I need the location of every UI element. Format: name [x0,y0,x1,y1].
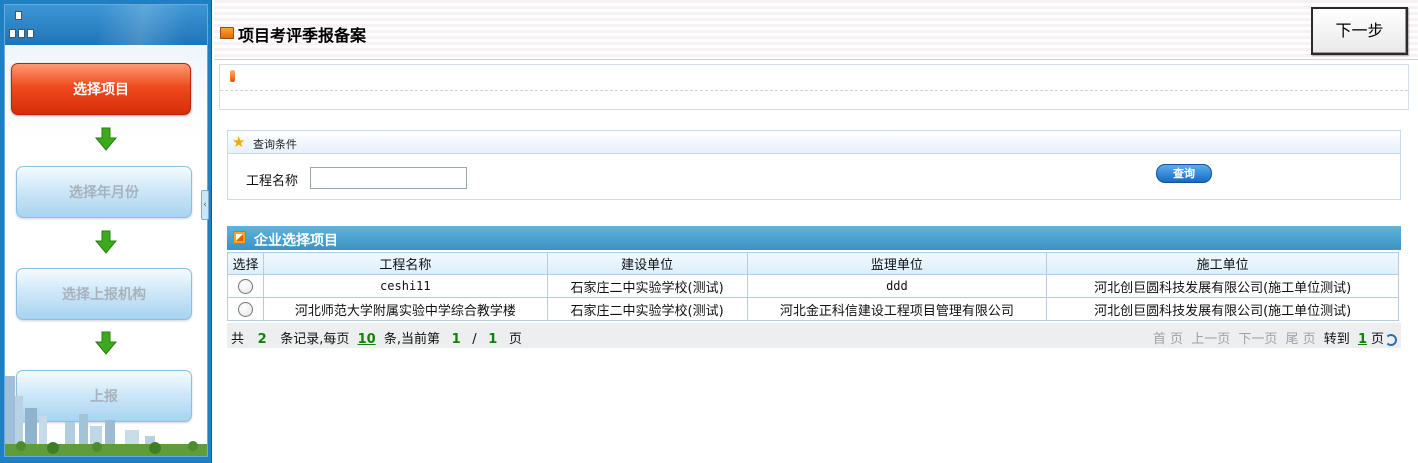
builder-cell: 石家庄二中实验学校(测试) [546,274,748,298]
step-select-org[interactable]: 选择上报机构 [16,268,192,320]
down-arrow-icon [94,230,118,254]
query-panel: ★ 查询条件 工程名称 查询 [227,130,1401,200]
document-icon [15,11,22,20]
pagination-controls: 首 页 上一页 下一页 尾 页 转到 1页 [1149,328,1397,347]
per-page-value[interactable]: 10 [354,332,380,347]
project-name-cell: ceshi11 [262,274,548,298]
project-grid: 企业选择项目 选择 工程名称 建设单位 监理单位 施工单位 ceshi11 石家… [227,226,1401,350]
next-page-link[interactable]: 下一页 [1238,332,1277,347]
grid-header: 企业选择项目 [227,226,1401,250]
project-name-input[interactable] [310,167,467,189]
project-name-cell: 河北师范大学附属实验中学综合教学楼 [262,297,548,321]
document-icon [18,29,25,38]
select-cell [227,297,264,321]
wizard-panel-inner: 选择项目 选择年月份 选择上报机构 上报 [4,4,208,457]
supervisor-cell: 河北金正科信建设工程项目管理有限公司 [746,297,1048,321]
current-page: 1 [451,332,461,347]
notice-marker-icon [230,70,235,82]
divider [220,90,1408,91]
goto-label: 转到 [1323,332,1350,347]
query-section-label: 查询条件 [253,138,297,151]
goto-page-input[interactable]: 1 [1354,332,1371,347]
document-icon [9,29,16,38]
row-radio[interactable] [237,301,253,317]
wizard-panel: 选择项目 选择年月份 选择上报机构 上报 ‹ [0,0,212,463]
constructor-cell: 河北创巨圆科技发展有限公司(施工单位测试) [1046,274,1399,298]
total-count: 2 [257,332,267,347]
header-decoration [99,5,207,45]
constructor-cell: 河北创巨圆科技发展有限公司(施工单位测试) [1046,297,1399,321]
pagination-summary: 共 2 条记录,每页 10 条,当前第 1 / 1 页 [231,328,522,347]
column-header-builder[interactable]: 建设单位 [546,252,748,275]
search-button[interactable]: 查询 [1156,164,1212,183]
last-page-link[interactable]: 尾 页 [1286,332,1316,347]
project-name-label: 工程名称 [246,174,299,189]
document-icon [27,29,34,38]
prev-page-link[interactable]: 上一页 [1191,332,1230,347]
supervisor-cell: ddd [746,274,1048,298]
next-step-button[interactable]: 下一步 [1311,7,1408,55]
page-suffix: 页 [508,332,522,347]
page-slash: / [472,332,477,347]
total-prefix: 共 [231,332,245,347]
row-radio[interactable] [237,278,253,294]
pagination-bar: 共 2 条记录,每页 10 条,当前第 1 / 1 页 首 页 上一页 下一页 … [227,323,1401,348]
wizard-header [5,5,207,45]
step-select-project[interactable]: 选择项目 [11,63,191,115]
column-header-supervisor[interactable]: 监理单位 [746,252,1048,275]
page-title: 项目考评季报备案 [238,26,367,45]
city-skyline-illustration [5,376,207,456]
panel-collapse-handle[interactable]: ‹ [201,190,209,220]
grid-icon [233,231,246,244]
grid-title: 企业选择项目 [254,233,338,249]
column-header-select: 选择 [227,252,264,275]
per-page-prefix: 条记录,每页 [280,332,350,347]
page-count: 1 [488,332,498,347]
first-page-link[interactable]: 首 页 [1153,332,1183,347]
project-table: 选择 工程名称 建设单位 监理单位 施工单位 ceshi11 石家庄二中实验学校… [227,252,1399,321]
column-header-project-name[interactable]: 工程名称 [262,252,548,275]
collapse-chevron-icon: ‹ [203,200,207,210]
step-select-month[interactable]: 选择年月份 [16,166,192,218]
down-arrow-icon [94,127,118,151]
query-header: ★ 查询条件 [228,131,1400,154]
builder-cell: 石家庄二中实验学校(测试) [546,297,748,321]
select-cell [227,274,264,298]
current-prefix: 条,当前第 [383,332,440,347]
table-row[interactable]: ceshi11 石家庄二中实验学校(测试) ddd 河北创巨圆科技发展有限公司(… [227,274,1399,298]
table-header-row: 选择 工程名称 建设单位 监理单位 施工单位 [227,252,1399,275]
star-icon: ★ [232,133,246,151]
goto-suffix: 页 [1370,332,1384,347]
column-header-constructor[interactable]: 施工单位 [1046,252,1399,275]
notice-panel [219,64,1409,110]
go-icon[interactable] [1385,333,1397,346]
form-icon [220,27,234,39]
table-row[interactable]: 河北师范大学附属实验中学综合教学楼 石家庄二中实验学校(测试) 河北金正科信建设… [227,297,1399,321]
title-bar: 项目考评季报备案 下一步 [214,0,1418,60]
